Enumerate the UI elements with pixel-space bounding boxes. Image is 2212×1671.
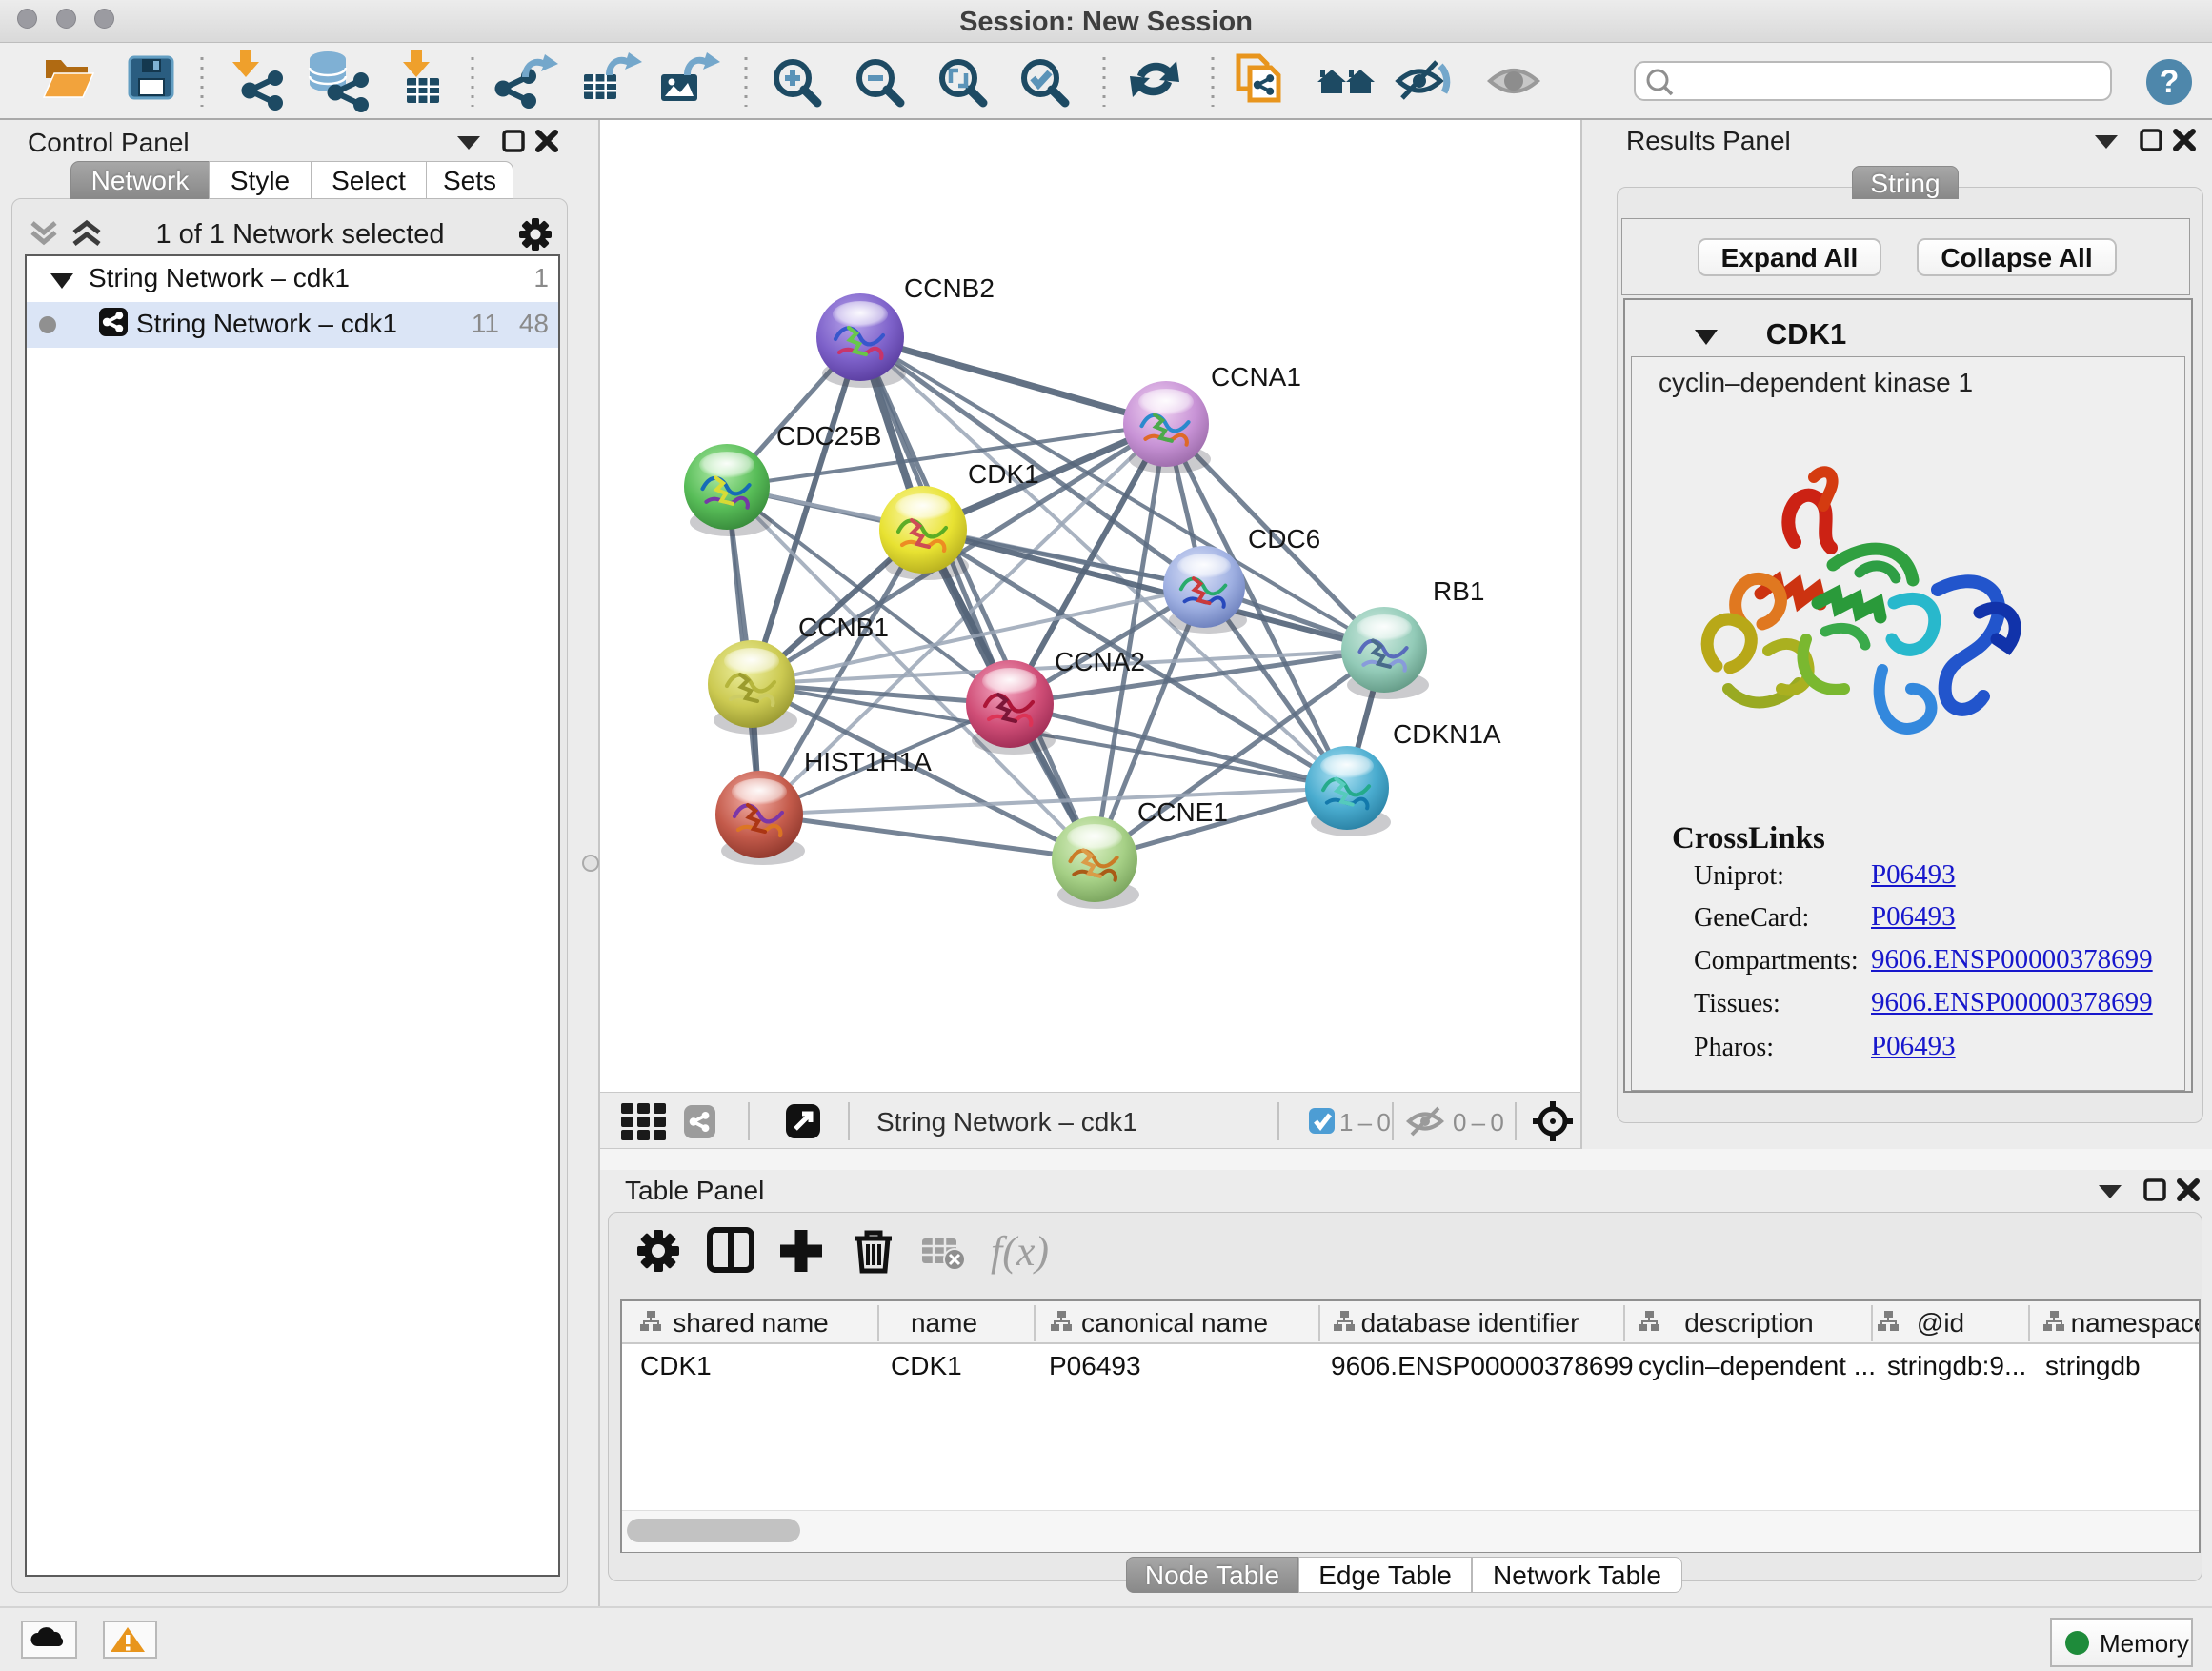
svg-text:CDC25B: CDC25B	[776, 421, 881, 451]
svg-text:canonical name: canonical name	[1081, 1308, 1268, 1338]
svg-text:database identifier: database identifier	[1361, 1308, 1579, 1338]
svg-text:CCNB1: CCNB1	[798, 613, 889, 642]
svg-text:0 – 0: 0 – 0	[1453, 1108, 1504, 1137]
svg-text:CCNA2: CCNA2	[1055, 647, 1145, 676]
svg-text:f(x): f(x)	[991, 1228, 1049, 1275]
svg-text:CDC6: CDC6	[1248, 524, 1320, 554]
svg-text:name: name	[911, 1308, 977, 1338]
svg-text:CDK1: CDK1	[968, 459, 1039, 489]
svg-text:description: description	[1684, 1308, 1813, 1338]
svg-text:CCNA1: CCNA1	[1211, 362, 1301, 392]
svg-text:namespace: namespace	[2071, 1308, 2199, 1338]
svg-text:CCNB2: CCNB2	[904, 273, 995, 303]
svg-text:1 – 0: 1 – 0	[1339, 1108, 1391, 1137]
svg-text:RB1: RB1	[1433, 576, 1484, 606]
svg-text:@id: @id	[1917, 1308, 1964, 1338]
svg-text:CDKN1A: CDKN1A	[1393, 719, 1501, 749]
svg-text:String Network – cdk1: String Network – cdk1	[876, 1107, 1137, 1137]
svg-text:CCNE1: CCNE1	[1137, 797, 1228, 827]
svg-text:shared name: shared name	[673, 1308, 828, 1338]
svg-text:HIST1H1A: HIST1H1A	[804, 747, 932, 776]
